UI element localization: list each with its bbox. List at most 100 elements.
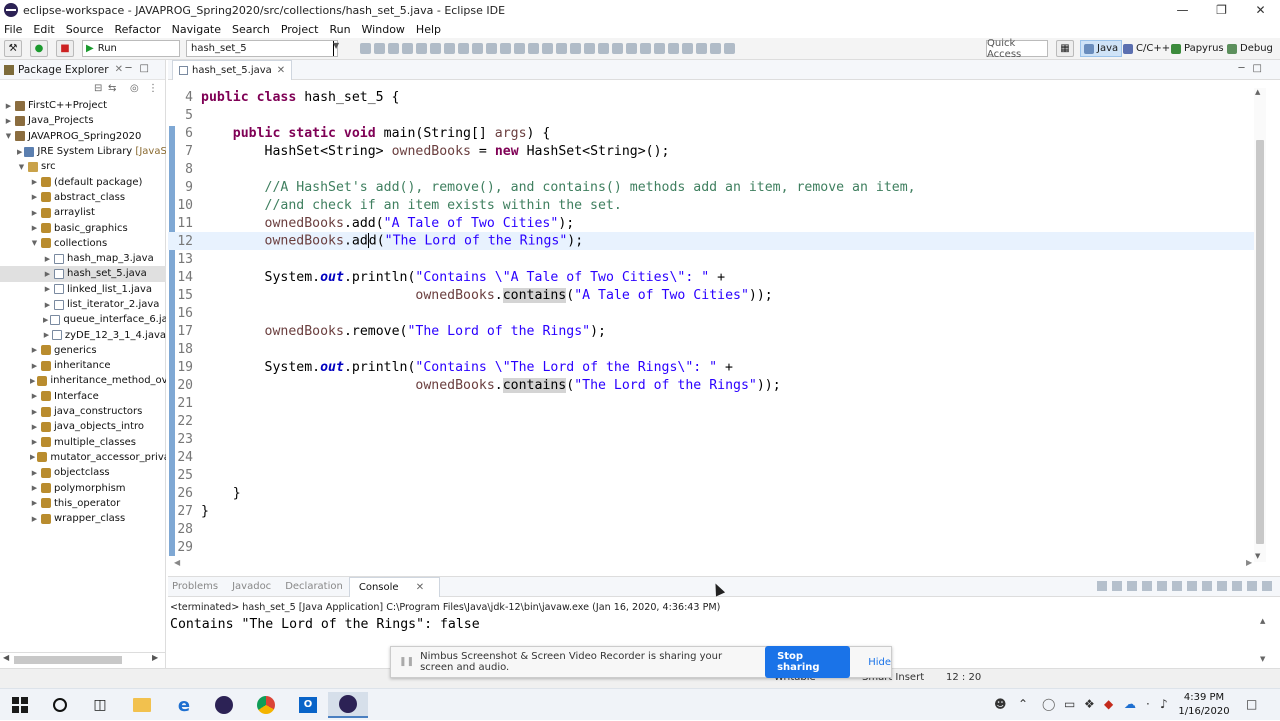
people-icon[interactable]: ☻ xyxy=(994,697,1007,711)
run-mode-select[interactable]: ▶ Run xyxy=(82,40,180,57)
expand-icon[interactable]: ▶ xyxy=(30,499,39,507)
code-area[interactable]: 4 public class hash_set_5 { 5 6 public st… xyxy=(168,88,1254,556)
nav-forward-icon[interactable] xyxy=(724,43,735,54)
tree-item[interactable]: ▶ zyDE_12_3_1_4.java xyxy=(0,327,166,342)
search-icon[interactable] xyxy=(556,43,567,54)
package-explorer-title[interactable]: Package Explorer xyxy=(18,64,109,76)
next-edit-icon[interactable] xyxy=(640,43,651,54)
tab-problems[interactable]: Problems xyxy=(172,581,218,592)
menu-search[interactable]: Search xyxy=(232,23,270,36)
expand-icon[interactable]: ▶ xyxy=(30,178,39,186)
chevron-up-icon[interactable]: ⌃ xyxy=(1018,697,1028,711)
scroll-up-icon[interactable]: ▲ xyxy=(1255,88,1260,96)
expand-icon[interactable]: ▶ xyxy=(30,209,39,217)
taskbar-edge[interactable]: e xyxy=(164,692,204,718)
collapse-icon[interactable]: ▼ xyxy=(17,163,26,171)
external-tools-icon[interactable] xyxy=(486,43,497,54)
word-wrap-icon[interactable] xyxy=(1187,581,1197,591)
tree-item[interactable]: ▶ polymorphism xyxy=(0,480,166,495)
tree-item[interactable]: ▶ FirstC++Project xyxy=(0,98,166,113)
expand-icon[interactable]: ▶ xyxy=(4,117,13,125)
expand-icon[interactable]: ▶ xyxy=(43,255,52,263)
console-vertical-scrollbar[interactable]: ▲ ▼ xyxy=(1260,617,1270,665)
console-output[interactable]: Contains "The Lord of the Rings": false xyxy=(168,613,1280,632)
expand-icon[interactable]: ▶ xyxy=(17,148,22,156)
display-console-icon[interactable] xyxy=(1217,581,1227,591)
mcafee-icon[interactable]: ◆ xyxy=(1104,697,1113,711)
copy-icon[interactable] xyxy=(1142,581,1152,591)
save-all-icon[interactable] xyxy=(388,43,399,54)
notifications-icon[interactable]: □ xyxy=(1246,697,1257,711)
tree-item[interactable]: ▶ generics xyxy=(0,343,166,358)
scroll-up-icon[interactable]: ▲ xyxy=(1260,617,1265,625)
scroll-right-icon[interactable]: ▶ xyxy=(152,653,158,662)
expand-icon[interactable]: ▶ xyxy=(30,377,35,385)
battery-icon[interactable]: ▭ xyxy=(1064,697,1075,711)
tree-item[interactable]: ▶ java_constructors xyxy=(0,404,166,419)
new-icon[interactable] xyxy=(360,43,371,54)
annotation-next-icon[interactable] xyxy=(570,43,581,54)
last-edit-icon[interactable] xyxy=(696,43,707,54)
new-package-icon[interactable] xyxy=(514,43,525,54)
menu-source[interactable]: Source xyxy=(66,23,104,36)
expand-icon[interactable]: ▶ xyxy=(43,316,48,324)
debug-icon[interactable] xyxy=(444,43,455,54)
view-minmax-icons[interactable]: ─□ xyxy=(1239,63,1270,74)
remove-all-icon[interactable] xyxy=(1127,581,1137,591)
tree-item[interactable]: ▶ (default package) xyxy=(0,174,166,189)
tree-item[interactable]: ▶ objectclass xyxy=(0,465,166,480)
expand-icon[interactable]: ▶ xyxy=(30,408,39,416)
tree-item[interactable]: ▶ multiple_classes xyxy=(0,435,166,450)
menu-navigate[interactable]: Navigate xyxy=(172,23,221,36)
run-last-icon[interactable] xyxy=(458,43,469,54)
expand-icon[interactable]: ▶ xyxy=(30,515,39,523)
minimize-button[interactable]: — xyxy=(1163,0,1202,20)
maximize-icon[interactable] xyxy=(1262,581,1272,591)
scroll-right-icon[interactable]: ▶ xyxy=(1246,558,1252,567)
expand-icon[interactable]: ▶ xyxy=(30,224,39,232)
taskbar-clock[interactable]: 4:39 PM 1/16/2020 xyxy=(1174,689,1234,721)
quick-access-input[interactable]: Quick Access xyxy=(986,38,1048,60)
save-icon[interactable] xyxy=(374,43,385,54)
close-icon[interactable]: ✕ xyxy=(277,65,285,76)
taskbar-file-explorer[interactable] xyxy=(122,692,162,718)
expand-icon[interactable]: ▶ xyxy=(30,469,39,477)
expand-icon[interactable]: ▶ xyxy=(30,438,39,446)
menu-refactor[interactable]: Refactor xyxy=(115,23,161,36)
pin-console-icon[interactable] xyxy=(1202,581,1212,591)
shield-icon[interactable]: ◯ xyxy=(1042,697,1055,711)
volume-icon[interactable]: ♪ xyxy=(1160,697,1168,711)
expand-icon[interactable]: ▶ xyxy=(30,484,39,492)
block-selection-icon[interactable] xyxy=(612,43,623,54)
horizontal-scrollbar[interactable]: ◀ ▶ xyxy=(0,652,166,666)
toggle-mark-icon[interactable] xyxy=(598,43,609,54)
search-button[interactable] xyxy=(40,692,80,718)
stop-sharing-button[interactable]: Stop sharing xyxy=(765,646,851,678)
minimize-icon[interactable] xyxy=(1247,581,1257,591)
annotation-prev-icon[interactable] xyxy=(584,43,595,54)
open-type-icon[interactable] xyxy=(542,43,553,54)
tree-item[interactable]: ▶ mutator_accessor_priva xyxy=(0,450,166,465)
expand-icon[interactable]: ▶ xyxy=(30,392,39,400)
tree-item[interactable]: ▶ abstract_class xyxy=(0,190,166,205)
tab-console[interactable]: Console ✕ xyxy=(348,576,441,597)
focus-icon[interactable]: ◎ xyxy=(130,83,139,94)
tab-declaration[interactable]: Declaration xyxy=(285,581,343,592)
view-minmax-icons[interactable]: ─□ xyxy=(126,63,157,74)
tree-item[interactable]: ▼ JAVAPROG_Spring2020 xyxy=(0,129,166,144)
tree-item[interactable]: ▶ wrapper_class xyxy=(0,511,166,526)
scroll-left-icon[interactable]: ◀ xyxy=(174,558,180,567)
task-view-button[interactable]: ◫ xyxy=(80,692,120,718)
expand-icon[interactable]: ▶ xyxy=(30,453,35,461)
clear-console-icon[interactable] xyxy=(1157,581,1167,591)
pin-icon[interactable] xyxy=(682,43,693,54)
view-menu-icon[interactable]: ⋮ xyxy=(148,83,158,94)
taskbar-chrome[interactable] xyxy=(246,692,286,718)
tab-javadoc[interactable]: Javadoc xyxy=(232,581,271,592)
collapse-all-icon[interactable]: ⊟ xyxy=(94,83,102,94)
link-editor-icon[interactable]: ⇆ xyxy=(108,83,116,94)
tree-item[interactable]: ▶ hash_map_3.java xyxy=(0,251,166,266)
collapse-icon[interactable]: ▼ xyxy=(4,132,13,140)
taskbar-eclipse-1[interactable] xyxy=(204,692,244,718)
open-perspective-icon[interactable]: ▦ xyxy=(1056,40,1074,57)
